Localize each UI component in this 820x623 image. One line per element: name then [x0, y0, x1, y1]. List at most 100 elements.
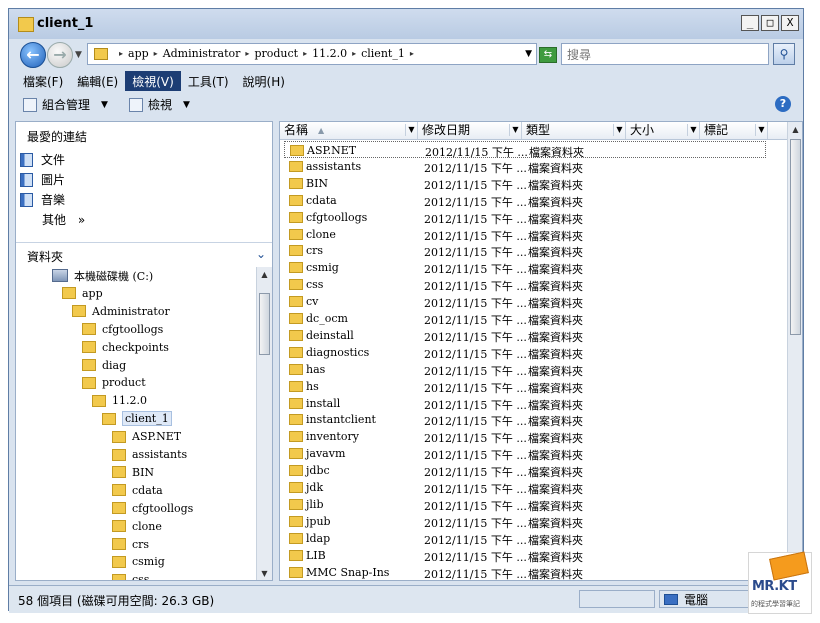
tree-item[interactable]: css: [112, 571, 149, 580]
column-filter-dropdown[interactable]: ▼: [613, 124, 625, 136]
column-date[interactable]: 修改日期 ▼: [418, 122, 522, 139]
menu-help[interactable]: 說明(H): [236, 71, 292, 91]
breadcrumb-segment[interactable]: Administrator: [163, 47, 241, 60]
tree-item[interactable]: 本機磁碟機 (C:): [52, 267, 153, 284]
tree-item[interactable]: cdata: [112, 482, 163, 499]
tree-item[interactable]: diag: [82, 357, 126, 374]
favorite-documents[interactable]: 文件: [20, 151, 65, 168]
file-row[interactable]: has 2012/11/15 下午 ... 檔案資料夾: [284, 361, 766, 378]
file-row[interactable]: javavm 2012/11/15 下午 ... 檔案資料夾: [284, 445, 766, 462]
tree-item[interactable]: csmig: [112, 553, 165, 570]
tree-scrollbar[interactable]: ▲ ▼: [256, 267, 272, 580]
column-filter-dropdown[interactable]: ▼: [755, 124, 767, 136]
breadcrumb-arrow-icon[interactable]: ▸: [405, 49, 419, 58]
file-row[interactable]: dc_ocm 2012/11/15 下午 ... 檔案資料夾: [284, 310, 766, 327]
file-row[interactable]: jdk 2012/11/15 下午 ... 檔案資料夾: [284, 479, 766, 496]
menu-file[interactable]: 檔案(F): [16, 71, 70, 91]
file-row[interactable]: inventory 2012/11/15 下午 ... 檔案資料夾: [284, 428, 766, 445]
tree-item[interactable]: checkpoints: [82, 339, 169, 356]
column-size[interactable]: 大小 ▼: [626, 122, 700, 139]
breadcrumb-segment[interactable]: app: [128, 47, 149, 60]
scroll-up-arrow[interactable]: ▲: [257, 267, 272, 282]
file-row[interactable]: csmig 2012/11/15 下午 ... 檔案資料夾: [284, 259, 766, 276]
forward-button[interactable]: →: [47, 42, 73, 68]
tree-item[interactable]: 11.2.0: [92, 392, 147, 409]
column-filter-dropdown[interactable]: ▼: [687, 124, 699, 136]
tree-item[interactable]: cfgtoollogs: [112, 500, 193, 517]
breadcrumb-segment[interactable]: client_1: [361, 47, 405, 60]
file-row[interactable]: network2012/11/15 下午 ...檔案資料夾: [284, 580, 766, 581]
file-row[interactable]: diagnostics 2012/11/15 下午 ... 檔案資料夾: [284, 344, 766, 361]
tree-item[interactable]: cfgtoollogs: [82, 321, 163, 338]
tree-item-selected[interactable]: client_1: [102, 410, 172, 427]
breadcrumb-arrow-icon[interactable]: ▸: [114, 49, 128, 58]
maximize-button[interactable]: □: [761, 15, 779, 31]
breadcrumb-arrow-icon[interactable]: ▸: [347, 49, 361, 58]
folders-title[interactable]: 資料夾: [27, 248, 63, 265]
file-row[interactable]: jlib 2012/11/15 下午 ... 檔案資料夾: [284, 496, 766, 513]
column-name[interactable]: 名稱 ▲ ▼: [280, 122, 418, 139]
scroll-thumb[interactable]: [259, 293, 270, 355]
file-list-scrollbar[interactable]: ▲: [787, 122, 802, 580]
tree-item[interactable]: app: [62, 285, 103, 302]
file-row[interactable]: cv 2012/11/15 下午 ... 檔案資料夾: [284, 293, 766, 310]
file-row[interactable]: instantclient 2012/11/15 下午 ... 檔案資料夾: [284, 411, 766, 428]
file-row[interactable]: assistants 2012/11/15 下午 ... 檔案資料夾: [284, 158, 766, 175]
favorites-more[interactable]: 其他 »: [42, 211, 85, 228]
search-box[interactable]: [561, 43, 769, 65]
favorite-pictures[interactable]: 圖片: [20, 171, 65, 188]
title-bar[interactable]: client_1 _ □ X: [9, 9, 803, 39]
file-row[interactable]: crs 2012/11/15 下午 ... 檔案資料夾: [284, 242, 766, 259]
tree-item[interactable]: Administrator: [72, 303, 170, 320]
column-tags[interactable]: 標記 ▼: [700, 122, 768, 139]
file-row[interactable]: jpub 2012/11/15 下午 ... 檔案資料夾: [284, 513, 766, 530]
address-bar[interactable]: ▸ app ▸ Administrator ▸ product ▸ 11.2.0 ▸ client…: [87, 43, 537, 65]
file-row[interactable]: BIN 2012/11/15 下午 ... 檔案資料夾: [284, 175, 766, 192]
scroll-up-arrow[interactable]: ▲: [788, 122, 802, 137]
breadcrumb-segment[interactable]: 11.2.0: [312, 47, 347, 60]
search-button[interactable]: ⚲: [773, 43, 795, 65]
breadcrumb-arrow-icon[interactable]: ▸: [298, 49, 312, 58]
pane-divider[interactable]: [16, 242, 272, 243]
file-row[interactable]: jdbc 2012/11/15 下午 ... 檔案資料夾: [284, 462, 766, 479]
file-row[interactable]: MMC Snap-Ins 2012/11/15 下午 ... 檔案資料夾: [284, 564, 766, 580]
tree-item[interactable]: clone: [112, 518, 162, 535]
file-row[interactable]: LIB 2012/11/15 下午 ... 檔案資料夾: [284, 547, 766, 564]
column-filter-dropdown[interactable]: ▼: [509, 124, 521, 136]
organize-button[interactable]: 組合管理 ▼: [23, 96, 108, 113]
column-type[interactable]: 類型 ▼: [522, 122, 626, 139]
close-button[interactable]: X: [781, 15, 799, 31]
file-row[interactable]: deinstall 2012/11/15 下午 ... 檔案資料夾: [284, 327, 766, 344]
minimize-button[interactable]: _: [741, 15, 759, 31]
chevron-down-icon[interactable]: ⌄: [256, 247, 266, 261]
breadcrumb-segment[interactable]: product: [254, 47, 298, 60]
menu-edit[interactable]: 編輯(E): [70, 71, 125, 91]
scroll-down-arrow[interactable]: ▼: [257, 566, 272, 580]
file-row[interactable]: ASP.NET 2012/11/15 下午 ... 檔案資料夾: [284, 141, 766, 159]
tree-item[interactable]: ASP.NET: [112, 428, 181, 445]
views-button[interactable]: 檢視 ▼: [129, 96, 190, 113]
address-history-dropdown[interactable]: ▼: [525, 49, 532, 59]
search-input[interactable]: [565, 46, 765, 64]
tree-item[interactable]: crs: [112, 536, 149, 553]
back-button[interactable]: ←: [20, 42, 46, 68]
favorite-music[interactable]: 音樂: [20, 191, 65, 208]
recent-pages-dropdown[interactable]: ▼: [75, 50, 82, 60]
breadcrumb-arrow-icon[interactable]: ▸: [240, 49, 254, 58]
help-icon[interactable]: ?: [775, 96, 791, 112]
menu-view[interactable]: 檢視(V): [125, 71, 181, 91]
menu-tools[interactable]: 工具(T): [181, 71, 236, 91]
file-row[interactable]: css 2012/11/15 下午 ... 檔案資料夾: [284, 276, 766, 293]
breadcrumb-arrow-icon[interactable]: ▸: [149, 49, 163, 58]
tree-item[interactable]: assistants: [112, 446, 187, 463]
file-row[interactable]: hs 2012/11/15 下午 ... 檔案資料夾: [284, 378, 766, 395]
file-row[interactable]: clone 2012/11/15 下午 ... 檔案資料夾: [284, 226, 766, 243]
file-row[interactable]: cfgtoollogs 2012/11/15 下午 ... 檔案資料夾: [284, 209, 766, 226]
file-row[interactable]: install 2012/11/15 下午 ... 檔案資料夾: [284, 395, 766, 412]
scroll-thumb[interactable]: [790, 139, 801, 335]
column-filter-dropdown[interactable]: ▼: [405, 124, 417, 136]
file-row[interactable]: cdata 2012/11/15 下午 ... 檔案資料夾: [284, 192, 766, 209]
refresh-button[interactable]: ⇆: [539, 47, 557, 63]
tree-item[interactable]: BIN: [112, 464, 154, 481]
file-row[interactable]: ldap 2012/11/15 下午 ... 檔案資料夾: [284, 530, 766, 547]
